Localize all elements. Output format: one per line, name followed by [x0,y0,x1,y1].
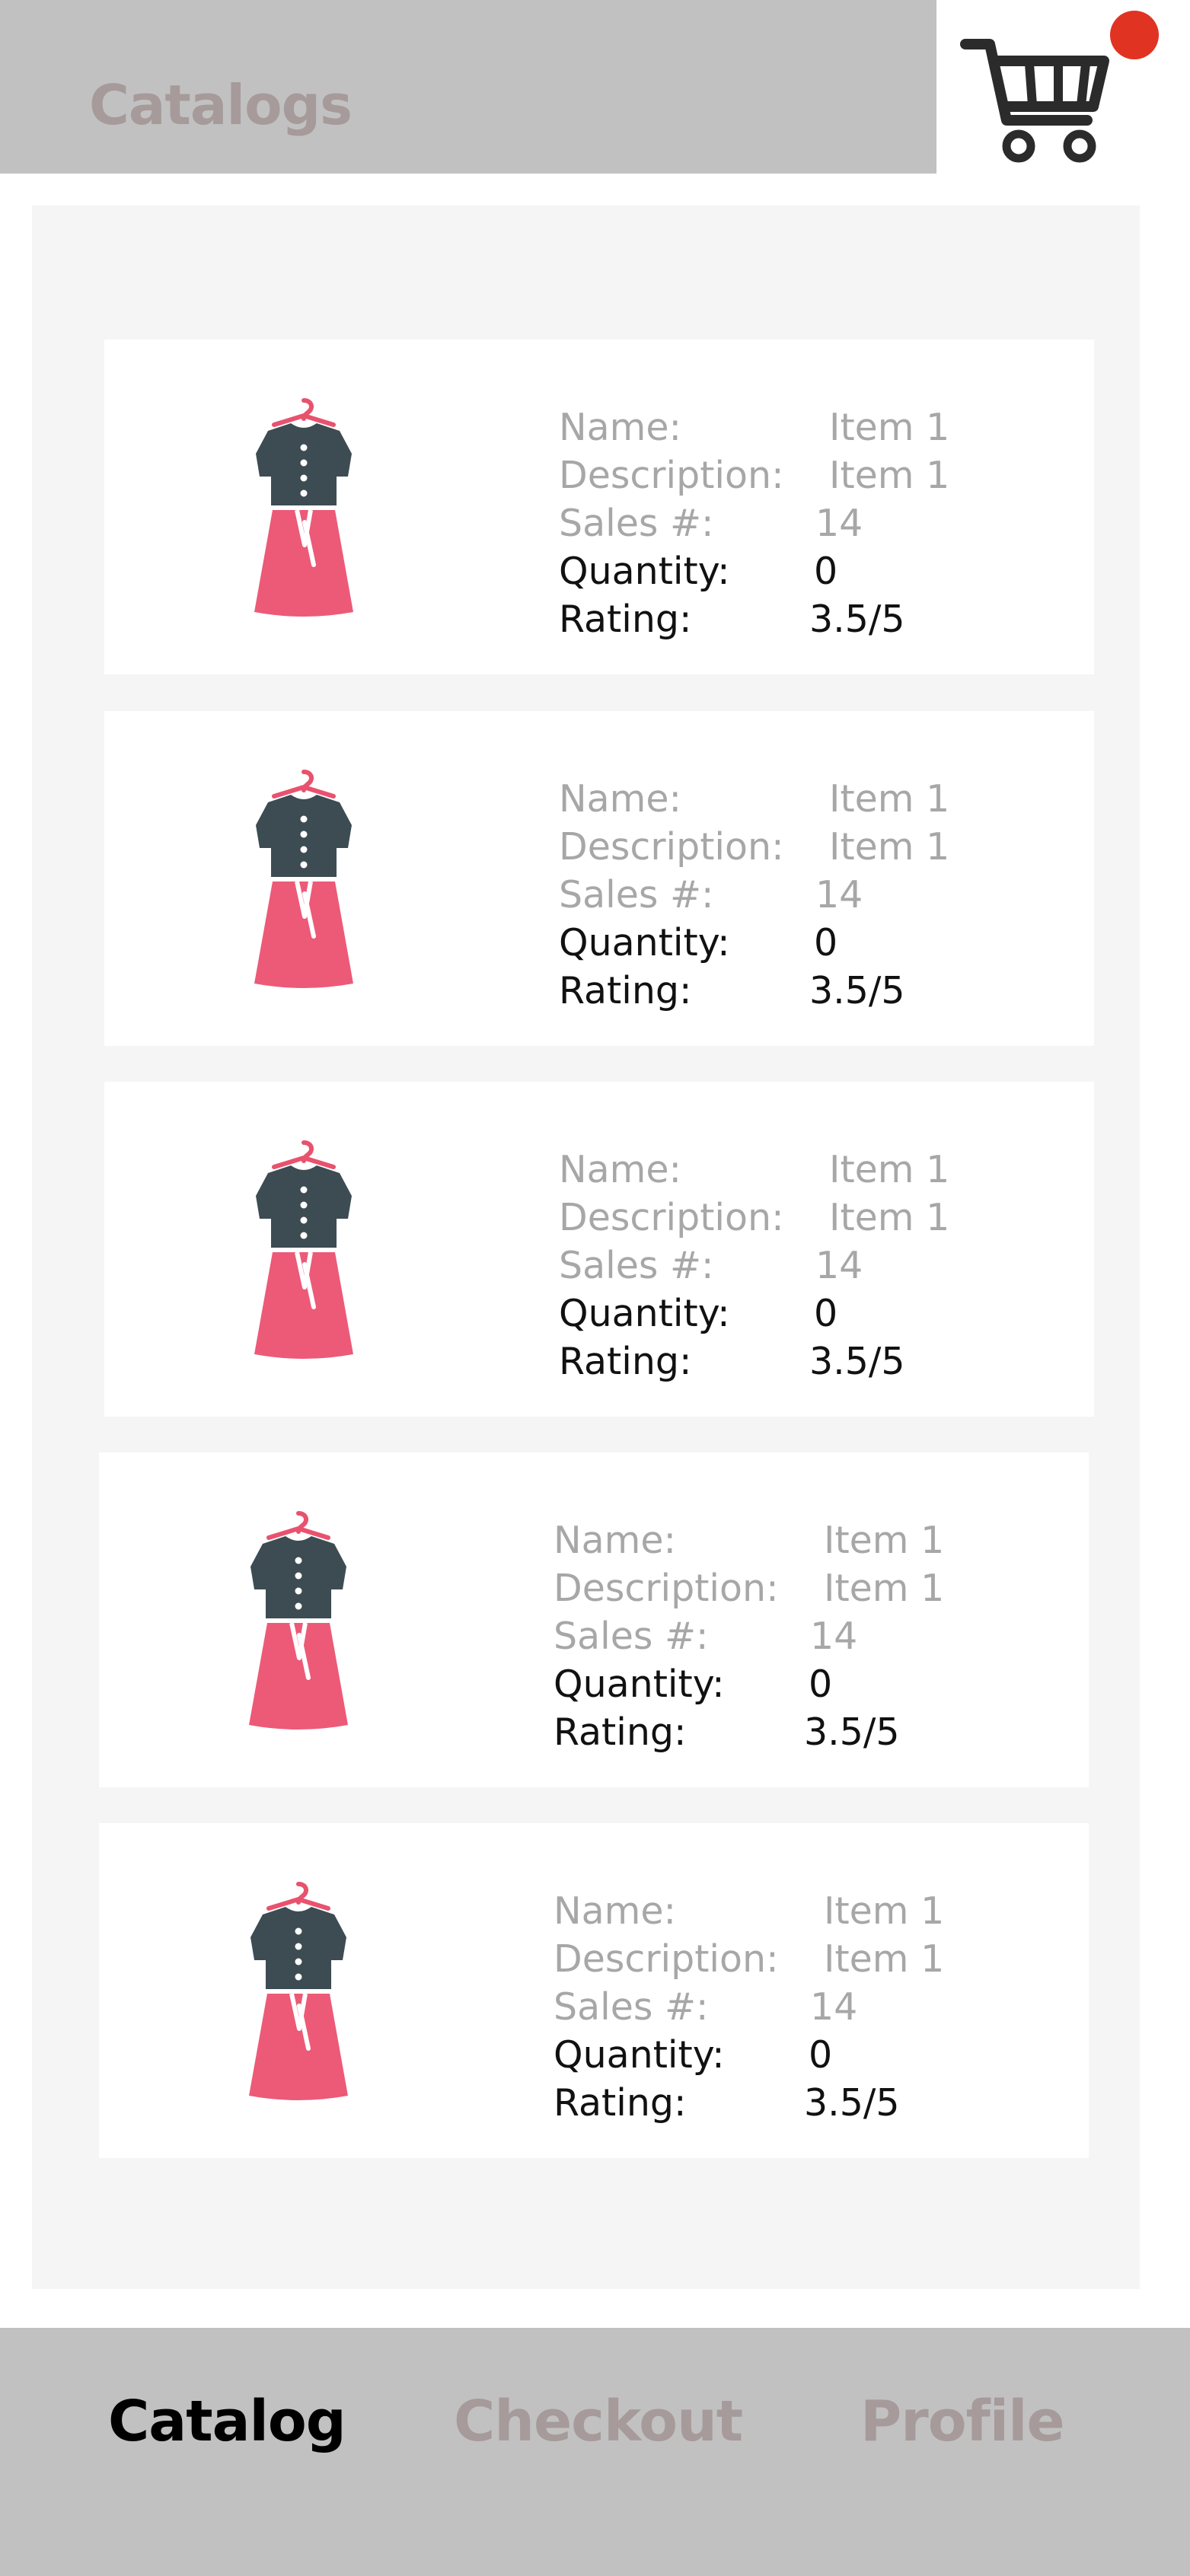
rating-label: Rating: [559,598,692,641]
description-label: Description: [554,1937,779,1981]
rating-label: Rating: [554,1710,687,1754]
sales-label: Sales #: [554,1615,709,1658]
cart-button[interactable] [936,0,1190,174]
nav-tab-catalog[interactable]: Catalog [108,2389,346,2454]
description-value: Item 1 [829,825,950,869]
item-card[interactable]: Name: Item 1 Description: Item 1 Sales #: 14 Q… [99,1452,1089,1787]
name-label: Name: [554,1519,677,1562]
name-value: Item 1 [824,1519,945,1562]
item-card[interactable]: Name: Item 1 Description: Item 1 Sales #: 14 Q… [99,1823,1089,2158]
top-bar: Catalogs [0,0,936,174]
rating-value: 3.5/5 [804,2081,900,2125]
description-value: Item 1 [824,1567,945,1610]
quantity-label: Quantity: [559,1292,730,1335]
quantity-label: Quantity: [559,921,730,964]
dress-icon [238,764,371,993]
dress-icon [232,1876,365,2105]
description-label: Description: [554,1567,779,1610]
sales-value: 14 [810,1615,858,1658]
description-value: Item 1 [824,1937,945,1981]
cart-notification-badge [1110,11,1159,59]
description-value: Item 1 [829,1196,950,1239]
item-card[interactable]: Name: Item 1 Description: Item 1 Sales #: 14 Q… [104,711,1094,1046]
name-label: Name: [554,1889,677,1933]
quantity-value: 0 [809,2033,833,2077]
rating-value: 3.5/5 [809,969,905,1012]
name-value: Item 1 [824,1889,945,1933]
quantity-value: 0 [814,921,838,964]
quantity-label: Quantity: [559,550,730,593]
rating-value: 3.5/5 [804,1710,900,1754]
sales-value: 14 [815,873,863,917]
rating-value: 3.5/5 [809,1340,905,1383]
description-value: Item 1 [829,454,950,497]
name-value: Item 1 [829,406,950,449]
item-card[interactable]: Name: Item 1 Description: Item 1 Sales #: 14 Q… [104,1082,1094,1417]
sales-value: 14 [810,1985,858,2029]
description-label: Description: [559,1196,784,1239]
sales-value: 14 [815,1244,863,1287]
name-value: Item 1 [829,1148,950,1191]
description-label: Description: [559,825,784,869]
quantity-value: 0 [814,1292,838,1335]
nav-tab-checkout[interactable]: Checkout [454,2389,743,2454]
sales-label: Sales #: [559,502,714,545]
dress-icon [238,1135,371,1363]
quantity-value: 0 [814,550,838,593]
shopping-cart-icon [960,39,1109,163]
name-label: Name: [559,406,682,449]
name-label: Name: [559,1148,682,1191]
nav-tab-profile[interactable]: Profile [860,2389,1065,2454]
rating-label: Rating: [559,969,692,1012]
sales-label: Sales #: [554,1985,709,2029]
rating-value: 3.5/5 [809,598,905,641]
catalog-list[interactable]: Name: Item 1 Description: Item 1 Sales #: 14 Q… [32,206,1140,2289]
rating-label: Rating: [554,2081,687,2125]
quantity-label: Quantity: [554,2033,725,2077]
item-card[interactable]: Name: Item 1 Description: Item 1 Sales #: 14 Q… [104,340,1094,674]
dress-icon [238,393,371,621]
sales-label: Sales #: [559,1244,714,1287]
name-label: Name: [559,777,682,821]
page-title: Catalogs [89,73,353,137]
sales-label: Sales #: [559,873,714,917]
quantity-value: 0 [809,1663,833,1706]
dress-icon [232,1506,365,1734]
sales-value: 14 [815,502,863,545]
quantity-label: Quantity: [554,1663,725,1706]
rating-label: Rating: [559,1340,692,1383]
bottom-navigation: Catalog Checkout Profile [0,2328,1190,2576]
name-value: Item 1 [829,777,950,821]
description-label: Description: [559,454,784,497]
